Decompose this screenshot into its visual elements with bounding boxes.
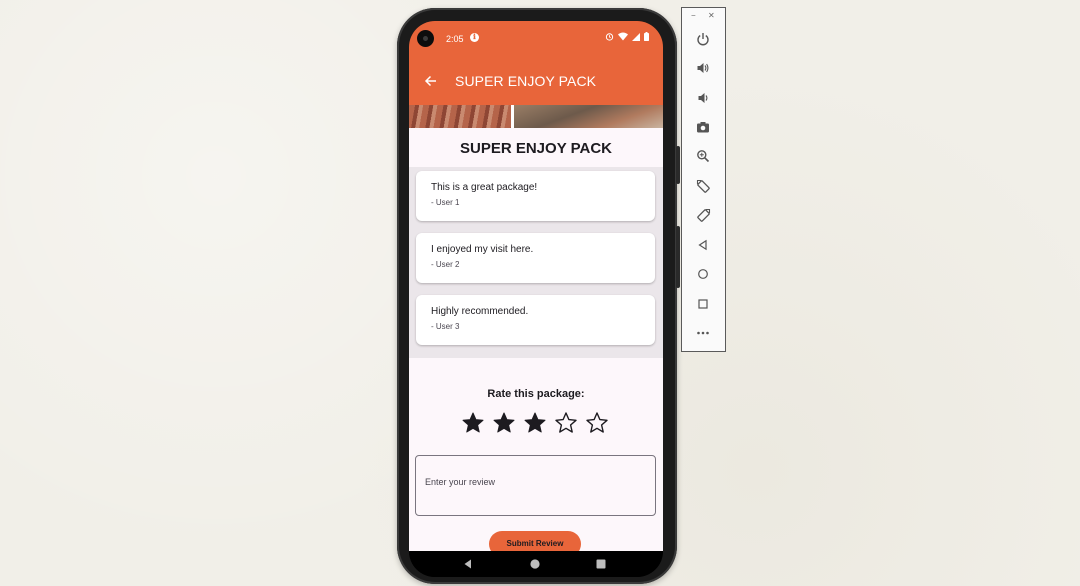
emulator-more-button[interactable] xyxy=(693,323,713,343)
camera-icon xyxy=(697,122,709,133)
arrow-back-icon xyxy=(424,75,436,87)
power-side-button xyxy=(676,146,680,184)
power-icon xyxy=(697,33,709,46)
phone-device: 2:05 ℹ SUPER ENJOY PACK SUPER ENJOY PACK… xyxy=(397,8,680,584)
review-card: This is a great package! - User 1 xyxy=(416,171,655,221)
package-detail-content[interactable]: SUPER ENJOY PACK This is a great package… xyxy=(409,105,663,551)
battery-icon xyxy=(644,32,649,41)
star-filled-icon[interactable] xyxy=(492,411,516,435)
zoom-icon xyxy=(697,150,710,163)
emulator-home-button[interactable] xyxy=(693,264,713,284)
star-outline-icon[interactable] xyxy=(585,411,609,435)
rotate-left-button[interactable] xyxy=(693,176,713,196)
star-outline-icon[interactable] xyxy=(554,411,578,435)
review-text: This is a great package! xyxy=(431,182,538,193)
power-button[interactable] xyxy=(693,29,713,49)
rotate-left-icon xyxy=(696,179,710,193)
emulator-back-button[interactable] xyxy=(693,235,713,255)
star-filled-icon[interactable] xyxy=(523,411,547,435)
status-bar: 2:05 ℹ xyxy=(409,21,663,57)
emulator-window-controls: − ✕ xyxy=(682,11,725,21)
review-author: - User 3 xyxy=(431,322,460,331)
volume-down-icon xyxy=(698,93,708,103)
minimize-icon[interactable]: − xyxy=(691,11,696,21)
status-time: 2:05 xyxy=(446,34,464,44)
back-button[interactable] xyxy=(419,70,441,92)
reviews-list[interactable]: This is a great package! - User 1 I enjo… xyxy=(409,167,663,358)
home-icon[interactable] xyxy=(528,557,542,571)
signal-icon xyxy=(632,32,640,41)
rating-label: Rate this package: xyxy=(487,388,585,400)
review-author: - User 2 xyxy=(431,260,460,269)
back-icon[interactable] xyxy=(461,557,475,571)
volume-side-button xyxy=(676,226,680,288)
app-notification-icon: ℹ xyxy=(470,33,479,42)
phone-screen: 2:05 ℹ SUPER ENJOY PACK SUPER ENJOY PACK… xyxy=(409,21,663,577)
app-bar-title: SUPER ENJOY PACK xyxy=(455,73,597,89)
submit-review-button[interactable]: Submit Review xyxy=(489,531,581,551)
status-icons xyxy=(605,32,649,41)
package-image-strip xyxy=(409,105,663,128)
close-icon[interactable]: ✕ xyxy=(708,11,715,21)
system-navigation-bar xyxy=(409,551,663,577)
home-icon xyxy=(698,269,708,279)
more-icon xyxy=(697,331,709,335)
screenshot-button[interactable] xyxy=(693,117,713,137)
package-image-2 xyxy=(514,105,663,128)
review-author: - User 1 xyxy=(431,198,460,207)
recents-icon[interactable] xyxy=(594,557,608,571)
app-bar: SUPER ENJOY PACK xyxy=(409,57,663,105)
review-text-field[interactable] xyxy=(415,455,656,516)
review-text: I enjoyed my visit here. xyxy=(431,244,534,255)
wifi-icon xyxy=(618,32,628,41)
overview-icon xyxy=(698,299,708,309)
review-card: Highly recommended. - User 3 xyxy=(416,295,655,345)
review-card: I enjoyed my visit here. - User 2 xyxy=(416,233,655,283)
emulator-overview-button[interactable] xyxy=(693,294,713,314)
front-camera xyxy=(417,30,434,47)
rating-stars xyxy=(461,411,609,435)
volume-up-button[interactable] xyxy=(693,58,713,78)
package-title: SUPER ENJOY PACK xyxy=(460,140,612,157)
review-input[interactable] xyxy=(423,476,647,488)
volume-down-button[interactable] xyxy=(693,88,713,108)
alarm-icon xyxy=(605,33,614,41)
review-text: Highly recommended. xyxy=(431,306,529,317)
volume-up-icon xyxy=(697,63,709,73)
emulator-toolbar: − ✕ xyxy=(681,7,726,352)
star-filled-icon[interactable] xyxy=(461,411,485,435)
zoom-button[interactable] xyxy=(693,146,713,166)
package-image-1 xyxy=(409,105,511,128)
rotate-right-button[interactable] xyxy=(693,205,713,225)
back-icon xyxy=(698,239,707,251)
rotate-right-icon xyxy=(696,208,710,222)
